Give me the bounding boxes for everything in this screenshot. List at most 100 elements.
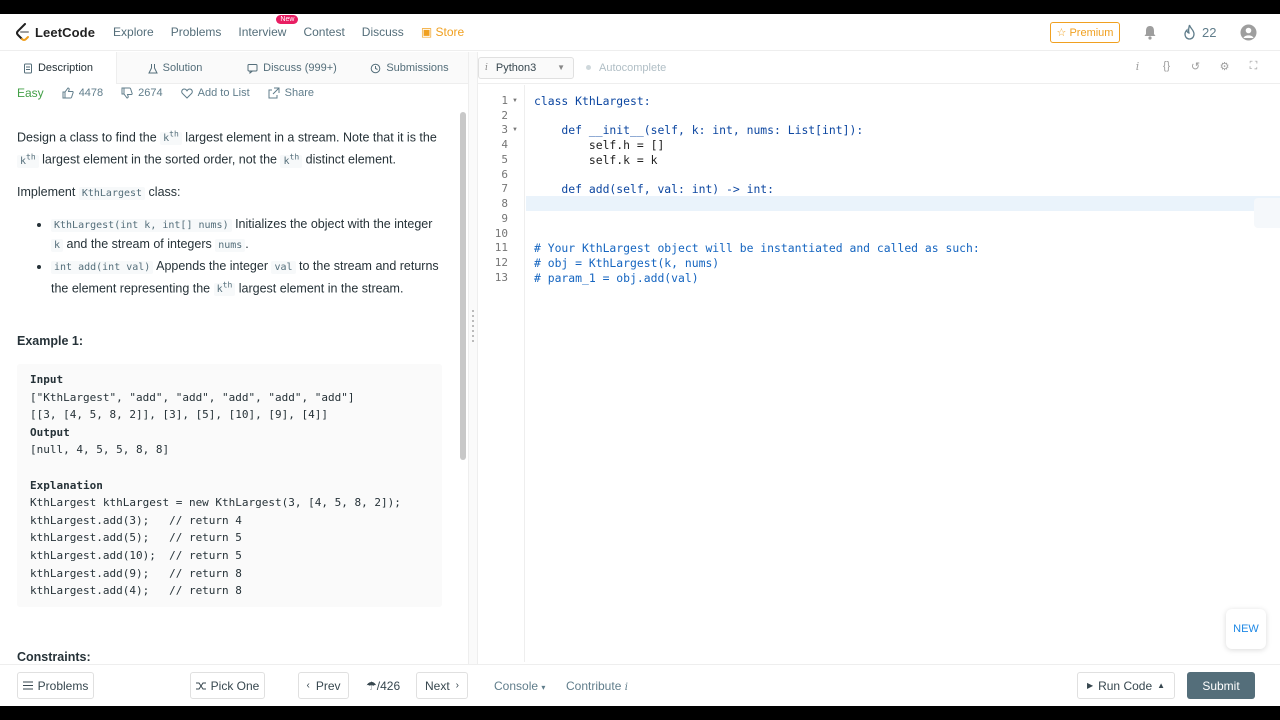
explanation-line: kthLargest.add(4); // return 8	[30, 584, 242, 598]
nav-contest[interactable]: Contest	[303, 25, 344, 39]
line-number: 1	[501, 94, 508, 107]
avatar-icon[interactable]	[1240, 24, 1257, 41]
dislike-button[interactable]: 2674	[121, 87, 163, 99]
next-label: Next	[424, 678, 450, 693]
nav-interview[interactable]: Interview New	[238, 15, 299, 39]
info-icon: i	[485, 62, 488, 73]
nav-store[interactable]: ▣ Store	[421, 25, 464, 39]
tab-description[interactable]: Description	[0, 52, 117, 84]
explanation-line: kthLargest.add(3); // return 4	[30, 513, 242, 527]
bottom-black-bar	[0, 706, 1280, 720]
nav-explore[interactable]: Explore	[113, 25, 154, 39]
problems-button[interactable]: Problems	[17, 672, 94, 699]
example-output-label: Output	[30, 425, 70, 439]
pick-one-button[interactable]: Pick One	[190, 672, 265, 699]
code-comment-line: # param_1 = obj.add(val)	[534, 271, 699, 285]
brand-name: LeetCode	[35, 24, 96, 40]
counter-total: /426	[376, 679, 401, 693]
example-input-line: ["KthLargest", "add", "add", "add", "add…	[30, 390, 355, 404]
tab-solution[interactable]: Solution	[117, 52, 233, 84]
language-select[interactable]: i Python3 ▼	[478, 56, 574, 79]
line-number: 2	[501, 109, 508, 122]
line-number: 12	[494, 256, 508, 269]
chevron-right-icon: ›	[455, 680, 460, 691]
prev-button[interactable]: ‹ Prev	[298, 672, 349, 699]
explanation-line: kthLargest.add(9); // return 8	[30, 566, 242, 580]
settings-icon[interactable]: ⚙	[1210, 60, 1239, 73]
code-comment-line: # obj = KthLargest(k, nums)	[534, 256, 720, 270]
nav-discuss[interactable]: Discuss	[362, 25, 404, 39]
fold-arrow-icon[interactable]: ▼	[512, 98, 518, 104]
tab-submissions[interactable]: Submissions	[351, 52, 468, 84]
drag-dots-icon	[472, 310, 474, 344]
problem-counter[interactable]: ☂/426	[366, 679, 400, 693]
desc-text: Implement	[17, 184, 79, 199]
code-editor[interactable]: 1 ▼ 2 3 ▼ 4 5 6 7 8 9 10 11 12 13 class …	[478, 85, 1280, 662]
contribute-link[interactable]: Contribute i	[566, 679, 628, 693]
side-panel-handle[interactable]	[1254, 198, 1280, 228]
bell-icon[interactable]	[1143, 25, 1157, 40]
problem-meta: Easy 4478 2674 Add to List Share	[0, 84, 468, 102]
submit-button[interactable]: Submit	[1187, 672, 1255, 699]
dislike-count: 2674	[138, 87, 163, 99]
clock-icon	[371, 63, 381, 73]
code-line: self.k = k	[534, 153, 658, 167]
autocomplete-label: Autocomplete	[599, 61, 667, 74]
autocomplete-toggle[interactable]: Autocomplete	[586, 62, 666, 74]
inline-code: k	[51, 238, 64, 252]
like-button[interactable]: 4478	[62, 87, 103, 99]
reset-icon[interactable]: ↺	[1181, 60, 1210, 73]
line-number: 3	[501, 123, 508, 136]
language-value: Python3	[495, 61, 537, 74]
example-explanation-label: Explanation	[30, 478, 103, 492]
contribute-label: Contribute	[566, 679, 622, 693]
console-toggle[interactable]: Console ▾	[494, 679, 545, 693]
new-feature-button[interactable]: NEW	[1226, 609, 1266, 649]
fold-arrow-icon[interactable]: ▼	[512, 127, 518, 133]
braces-icon[interactable]: {}	[1152, 60, 1181, 73]
example-input-line: [[3, [4, 5, 8, 2]], [3], [5], [10], [9],…	[30, 408, 329, 422]
leetcode-logo[interactable]: LeetCode	[16, 23, 95, 41]
code-line: def __init__(self, k: int, nums: List[in…	[534, 123, 864, 137]
flask-icon	[147, 63, 158, 73]
console-label: Console	[494, 679, 539, 693]
premium-button[interactable]: ☆ Premium	[1050, 22, 1120, 43]
run-code-button[interactable]: ▶ Run Code ▲	[1077, 672, 1175, 699]
th-sup: th	[222, 280, 233, 290]
fullscreen-icon[interactable]: ⛶	[1239, 60, 1268, 73]
inline-code-k: kth	[280, 152, 303, 168]
line-number: 5	[501, 153, 508, 166]
add-to-list-button[interactable]: Add to List	[180, 87, 250, 99]
nav-problems[interactable]: Problems	[171, 25, 222, 39]
tab-discuss[interactable]: Discuss (999+)	[233, 52, 351, 84]
top-black-bar	[0, 0, 1280, 14]
next-button[interactable]: Next ›	[416, 672, 468, 699]
explanation-line: kthLargest.add(10); // return 5	[30, 548, 242, 562]
panel-resize-handle[interactable]	[468, 52, 478, 664]
inline-code: val	[271, 260, 296, 274]
editor-actions: i {} ↺ ⚙ ⛶	[1123, 60, 1268, 73]
problem-index-icon: ☂	[366, 679, 377, 693]
share-button[interactable]: Share	[268, 87, 314, 99]
list-item: KthLargest(int k, int[] nums) Initialize…	[51, 215, 442, 255]
info-icon[interactable]: i	[1123, 60, 1152, 73]
chevron-down-icon: ▾	[541, 683, 546, 692]
description-paragraph: Design a class to find the kth largest e…	[17, 126, 442, 171]
like-count: 4478	[78, 87, 104, 99]
play-icon: ▶	[1086, 681, 1094, 690]
description-scrollbar[interactable]	[460, 112, 466, 460]
chat-icon	[247, 63, 258, 74]
problems-label: Problems	[37, 678, 89, 693]
star-icon: ☆	[1056, 27, 1067, 39]
explanation-line: kthLargest.add(5); // return 5	[30, 531, 242, 545]
editor-toolbar: i Python3 ▼ Autocomplete i {} ↺ ⚙ ⛶	[478, 52, 1280, 84]
constraints-title: Constraints:	[17, 650, 91, 664]
th-sup: th	[26, 152, 36, 162]
tab-discuss-label: Discuss (999+)	[263, 62, 337, 74]
difficulty-badge: Easy	[17, 86, 44, 100]
inline-code-class: KthLargest	[78, 186, 146, 200]
streak-counter[interactable]: 22	[1183, 24, 1216, 40]
add-to-list-label: Add to List	[197, 87, 250, 99]
desc-text: Initializes the object with the integer	[231, 216, 433, 231]
desc-text: largest element in the stream.	[235, 280, 404, 295]
